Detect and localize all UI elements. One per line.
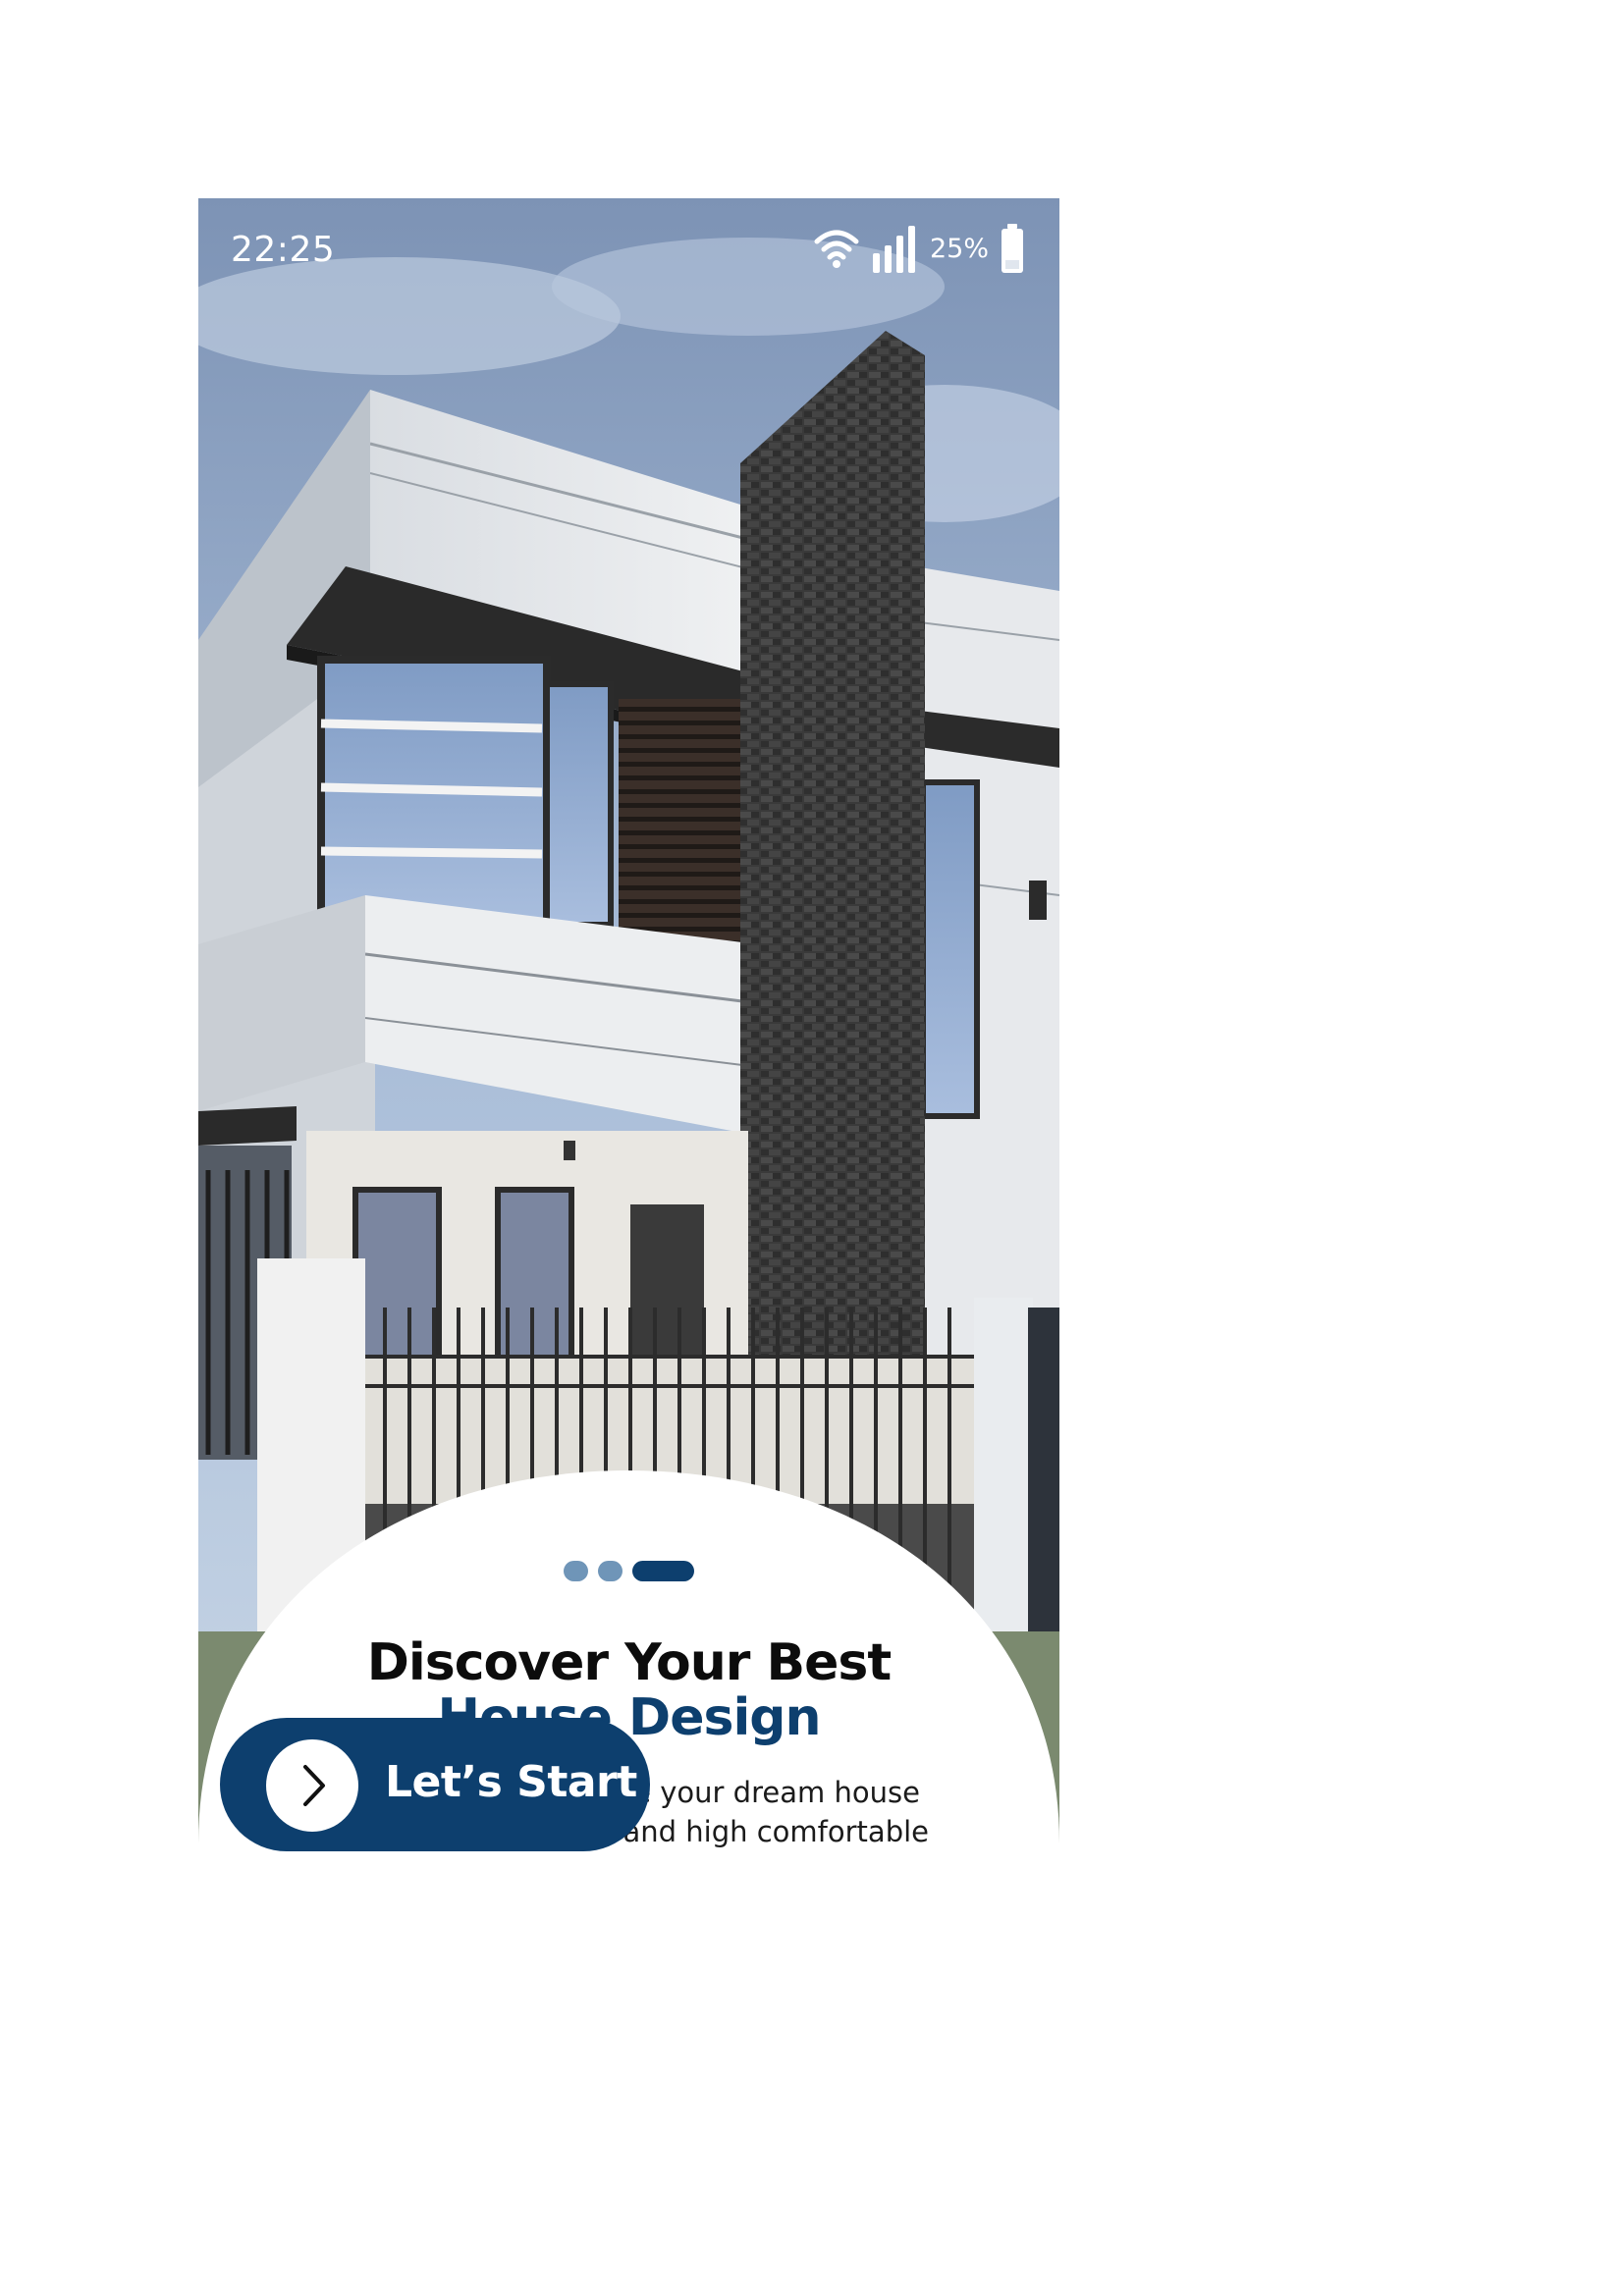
lets-start-button[interactable]: Let’s Start	[220, 1718, 650, 1851]
battery-icon	[1001, 224, 1023, 273]
page-dot-active[interactable]	[632, 1561, 694, 1581]
onboarding-title-line1: Discover Your Best	[366, 1633, 892, 1692]
phone-screen: 22:25 25% Discover Your Best House Desig…	[198, 198, 1059, 1847]
status-bar: 22:25 25%	[198, 198, 1059, 312]
chevron-right-icon	[303, 1765, 325, 1806]
page-dot[interactable]	[564, 1561, 588, 1581]
cta-icon-circle	[266, 1739, 358, 1832]
page-indicator	[198, 1561, 1059, 1581]
battery-percent: 25%	[929, 233, 989, 264]
status-icons: 25%	[814, 224, 1024, 273]
signal-icon	[872, 226, 915, 273]
status-time: 22:25	[231, 230, 336, 270]
lets-start-label: Let’s Start	[385, 1757, 637, 1807]
page-dot[interactable]	[598, 1561, 623, 1581]
wifi-icon	[814, 230, 859, 268]
